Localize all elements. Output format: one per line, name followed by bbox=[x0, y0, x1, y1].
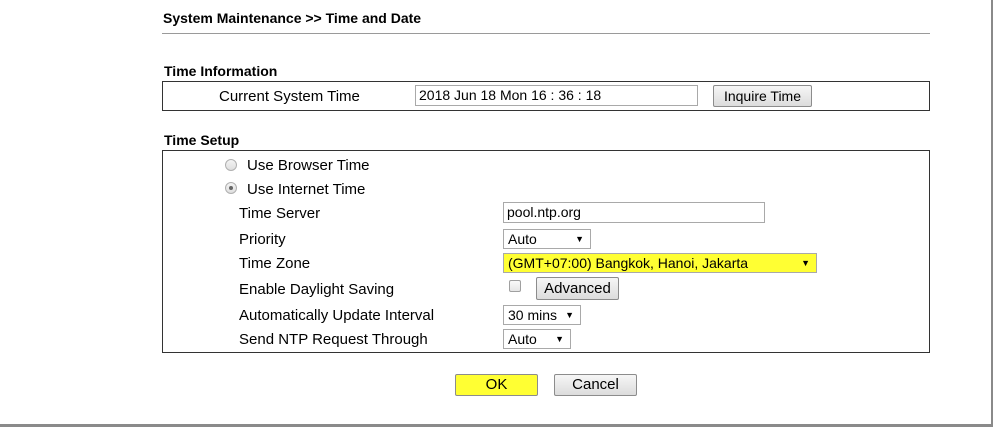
update-interval-value: 30 mins bbox=[508, 307, 558, 323]
use-internet-time-radio[interactable] bbox=[225, 182, 237, 194]
use-internet-time-label: Use Internet Time bbox=[247, 181, 366, 198]
title-divider bbox=[162, 33, 930, 34]
ntp-request-label: Send NTP Request Through bbox=[239, 331, 428, 348]
time-setup-heading: Time Setup bbox=[164, 132, 240, 148]
daylight-saving-label: Enable Daylight Saving bbox=[239, 281, 395, 298]
current-system-time-field[interactable]: 2018 Jun 18 Mon 16 : 36 : 18 bbox=[415, 85, 698, 106]
priority-select[interactable]: Auto ▼ bbox=[503, 229, 591, 249]
priority-label: Priority bbox=[239, 231, 286, 248]
ntp-request-value: Auto bbox=[508, 331, 537, 347]
daylight-saving-checkbox[interactable] bbox=[509, 280, 521, 292]
use-browser-time-label: Use Browser Time bbox=[247, 157, 370, 174]
ntp-request-select[interactable]: Auto ▼ bbox=[503, 329, 571, 349]
cancel-button[interactable]: Cancel bbox=[554, 374, 637, 396]
triangle-down-icon: ▼ bbox=[801, 258, 810, 268]
ok-button[interactable]: OK bbox=[455, 374, 538, 396]
time-zone-select[interactable]: (GMT+07:00) Bangkok, Hanoi, Jakarta ▼ bbox=[503, 253, 817, 273]
time-server-input[interactable]: pool.ntp.org bbox=[503, 202, 765, 223]
triangle-down-icon: ▼ bbox=[565, 310, 574, 320]
inquire-time-button[interactable]: Inquire Time bbox=[713, 85, 812, 107]
time-zone-label: Time Zone bbox=[239, 255, 311, 272]
time-information-panel: Current System Time 2018 Jun 18 Mon 16 :… bbox=[162, 81, 930, 111]
time-information-heading: Time Information bbox=[164, 63, 278, 79]
advanced-button[interactable]: Advanced bbox=[536, 277, 619, 300]
time-setup-panel: Use Browser Time Use Internet Time Time … bbox=[162, 150, 930, 353]
use-browser-time-radio[interactable] bbox=[225, 159, 237, 171]
time-server-label: Time Server bbox=[239, 205, 321, 222]
triangle-down-icon: ▼ bbox=[575, 234, 584, 244]
update-interval-label: Automatically Update Interval bbox=[239, 307, 435, 324]
current-system-time-label: Current System Time bbox=[219, 88, 360, 105]
radio-selected-dot bbox=[229, 186, 233, 190]
page-title: System Maintenance >> Time and Date bbox=[163, 10, 422, 26]
update-interval-select[interactable]: 30 mins ▼ bbox=[503, 305, 581, 325]
priority-value: Auto bbox=[508, 231, 537, 247]
triangle-down-icon: ▼ bbox=[555, 334, 564, 344]
time-zone-value: (GMT+07:00) Bangkok, Hanoi, Jakarta bbox=[508, 255, 749, 271]
